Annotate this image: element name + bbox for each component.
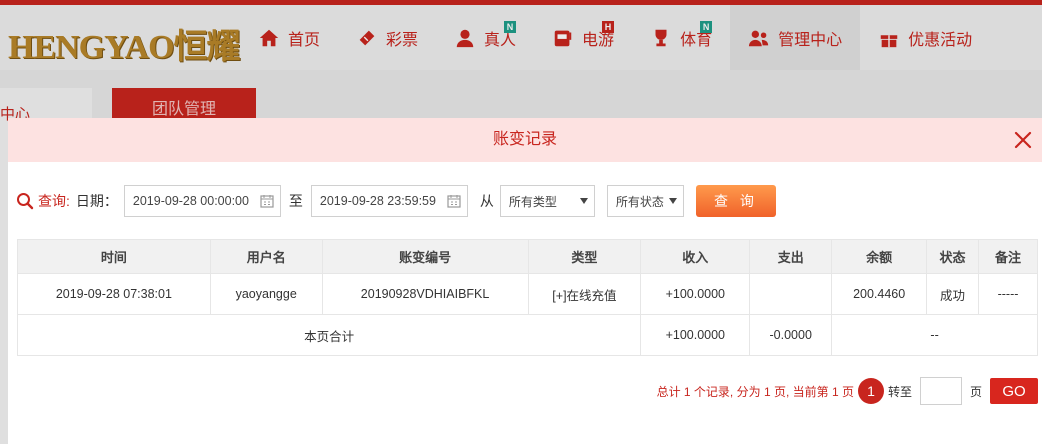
summary-label: 本页合计 <box>16 314 642 356</box>
table-row: 2019-09-28 07:38:01 yaoyangge 20190928VD… <box>17 273 1038 315</box>
calendar-icon[interactable] <box>447 194 461 208</box>
records-table: 时间 用户名 账变编号 类型 收入 支出 余额 状态 备注 2019-09-28… <box>16 239 1038 356</box>
cell-remark: ----- <box>978 273 1038 315</box>
start-date-value: 2019-09-28 00:00:00 <box>132 194 249 208</box>
query-button[interactable]: 查 询 <box>695 185 776 217</box>
to-label: 至 <box>288 193 303 209</box>
pagination: 总计 1 个记录, 分为 1 页, 当前第 1 页 1 转至 页 GO <box>657 377 1038 405</box>
close-icon[interactable] <box>1014 131 1032 149</box>
cell-username: yaoyangge <box>209 273 323 315</box>
header-username: 用户名 <box>209 239 323 274</box>
status-select-value: 所有状态 <box>615 194 664 209</box>
cell-change-id: 20190928VDHIAIBFKL <box>321 273 529 315</box>
goto-page-input[interactable] <box>919 377 962 405</box>
go-button[interactable]: GO <box>990 378 1038 404</box>
header-type: 类型 <box>527 239 642 274</box>
header-income: 收入 <box>640 239 751 274</box>
calendar-icon[interactable] <box>260 194 274 208</box>
date-label: 日期： <box>75 193 118 209</box>
search-icon <box>17 193 34 210</box>
summary-rest: -- <box>831 314 1038 356</box>
header-expense: 支出 <box>749 239 833 274</box>
page-unit-label: 页 <box>969 384 982 399</box>
header-change-id: 账变编号 <box>321 239 529 274</box>
start-date-input[interactable]: 2019-09-28 00:00:00 <box>123 185 281 217</box>
status-select[interactable]: 所有状态 <box>606 185 684 217</box>
header-remark: 备注 <box>978 239 1038 274</box>
chevron-down-icon <box>668 198 677 204</box>
modal-header: 账变记录 <box>8 118 1042 162</box>
modal-title: 账变记录 <box>492 131 557 148</box>
end-date-value: 2019-09-28 23:59:59 <box>319 194 436 208</box>
cell-balance: 200.4460 <box>831 273 928 315</box>
cell-type: [+]在线充值 <box>527 273 642 315</box>
summary-income: +100.0000 <box>640 314 751 356</box>
header-status: 状态 <box>926 239 980 274</box>
current-page-button[interactable]: 1 <box>857 378 884 404</box>
chevron-down-icon <box>579 198 588 204</box>
cell-expense <box>749 273 833 315</box>
query-bar: 查询: 日期： 2019-09-28 00:00:00 至 2019-09-28… <box>16 184 776 218</box>
summary-expense: -0.0000 <box>749 314 833 356</box>
type-select[interactable]: 所有类型 <box>499 185 595 217</box>
end-date-input[interactable]: 2019-09-28 23:59:59 <box>310 185 468 217</box>
pagination-summary: 总计 1 个记录, 分为 1 页, 当前第 1 页 <box>656 384 854 399</box>
cell-time: 2019-09-28 07:38:01 <box>17 273 211 315</box>
query-label: 查询: <box>16 191 70 211</box>
cell-income: +100.0000 <box>640 273 751 315</box>
header-balance: 余额 <box>831 239 928 274</box>
goto-label: 转至 <box>887 384 912 399</box>
header-time: 时间 <box>17 239 211 274</box>
cell-status: 成功 <box>926 273 980 315</box>
from-label: 从 <box>479 193 494 209</box>
query-label-text: 查询: <box>38 193 70 209</box>
type-select-value: 所有类型 <box>508 194 557 209</box>
summary-row: 本页合计 +100.0000 -0.0000 -- <box>16 314 1038 356</box>
table-header-row: 时间 用户名 账变编号 类型 收入 支出 余额 状态 备注 <box>17 239 1038 274</box>
account-change-modal: 账变记录 查询: 日期： 2019-09-28 00:00:00 至 2019-… <box>8 118 1042 444</box>
